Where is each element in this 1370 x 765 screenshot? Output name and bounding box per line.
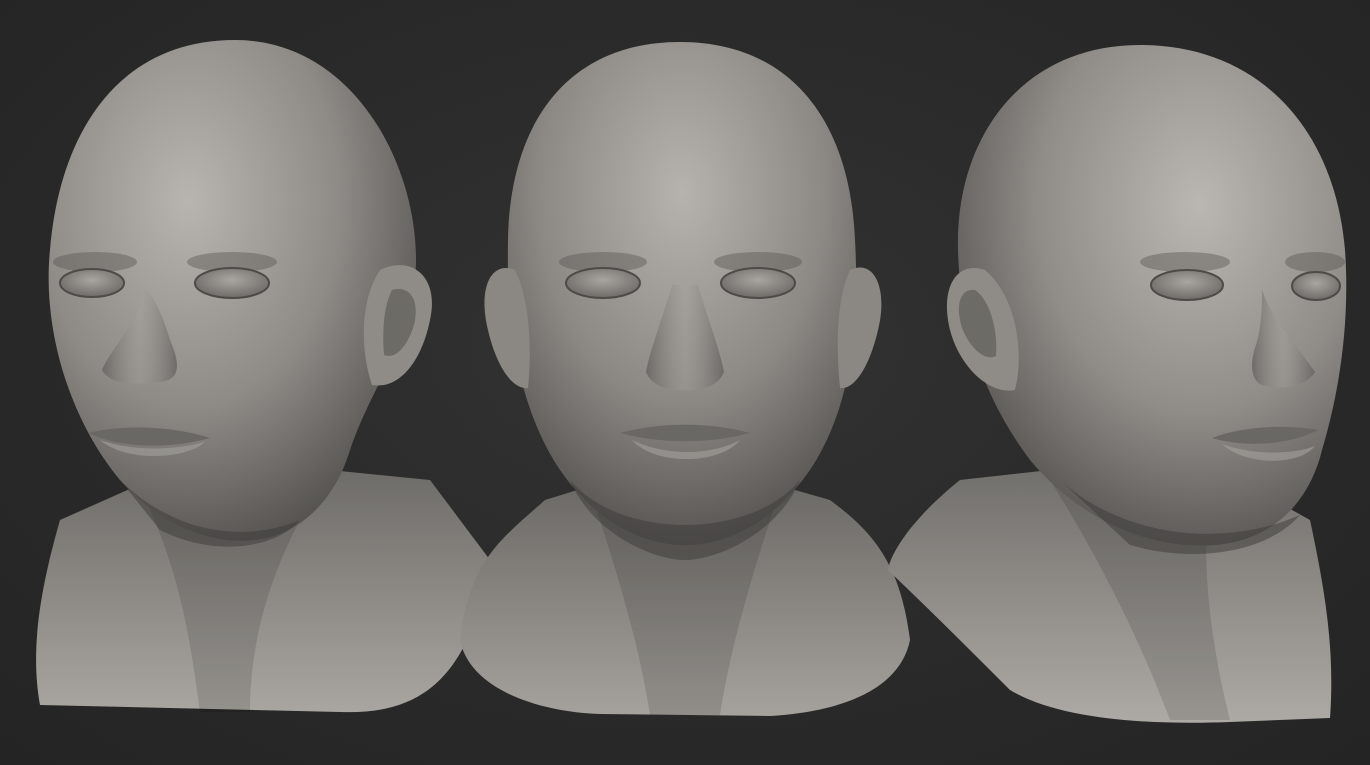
head-three-quarter-left: [36, 40, 490, 713]
render-svg: [36, 40, 1347, 723]
eye-left-view-b: [194, 267, 270, 299]
head-front: [460, 42, 910, 716]
eye-right-view-b: [1291, 271, 1341, 301]
eye-front-view-b: [720, 267, 796, 299]
cranium-face-right-view: [957, 45, 1347, 546]
sculpt-render-canvas: [0, 0, 1370, 765]
brow-shadow-right-1: [1140, 252, 1230, 272]
eye-front-view-a: [565, 267, 641, 299]
brow-shadow-right-2: [1285, 252, 1345, 272]
head-three-quarter-right: [888, 45, 1347, 723]
eye-left-view-a: [59, 268, 125, 298]
eye-right-view-a: [1150, 269, 1224, 301]
